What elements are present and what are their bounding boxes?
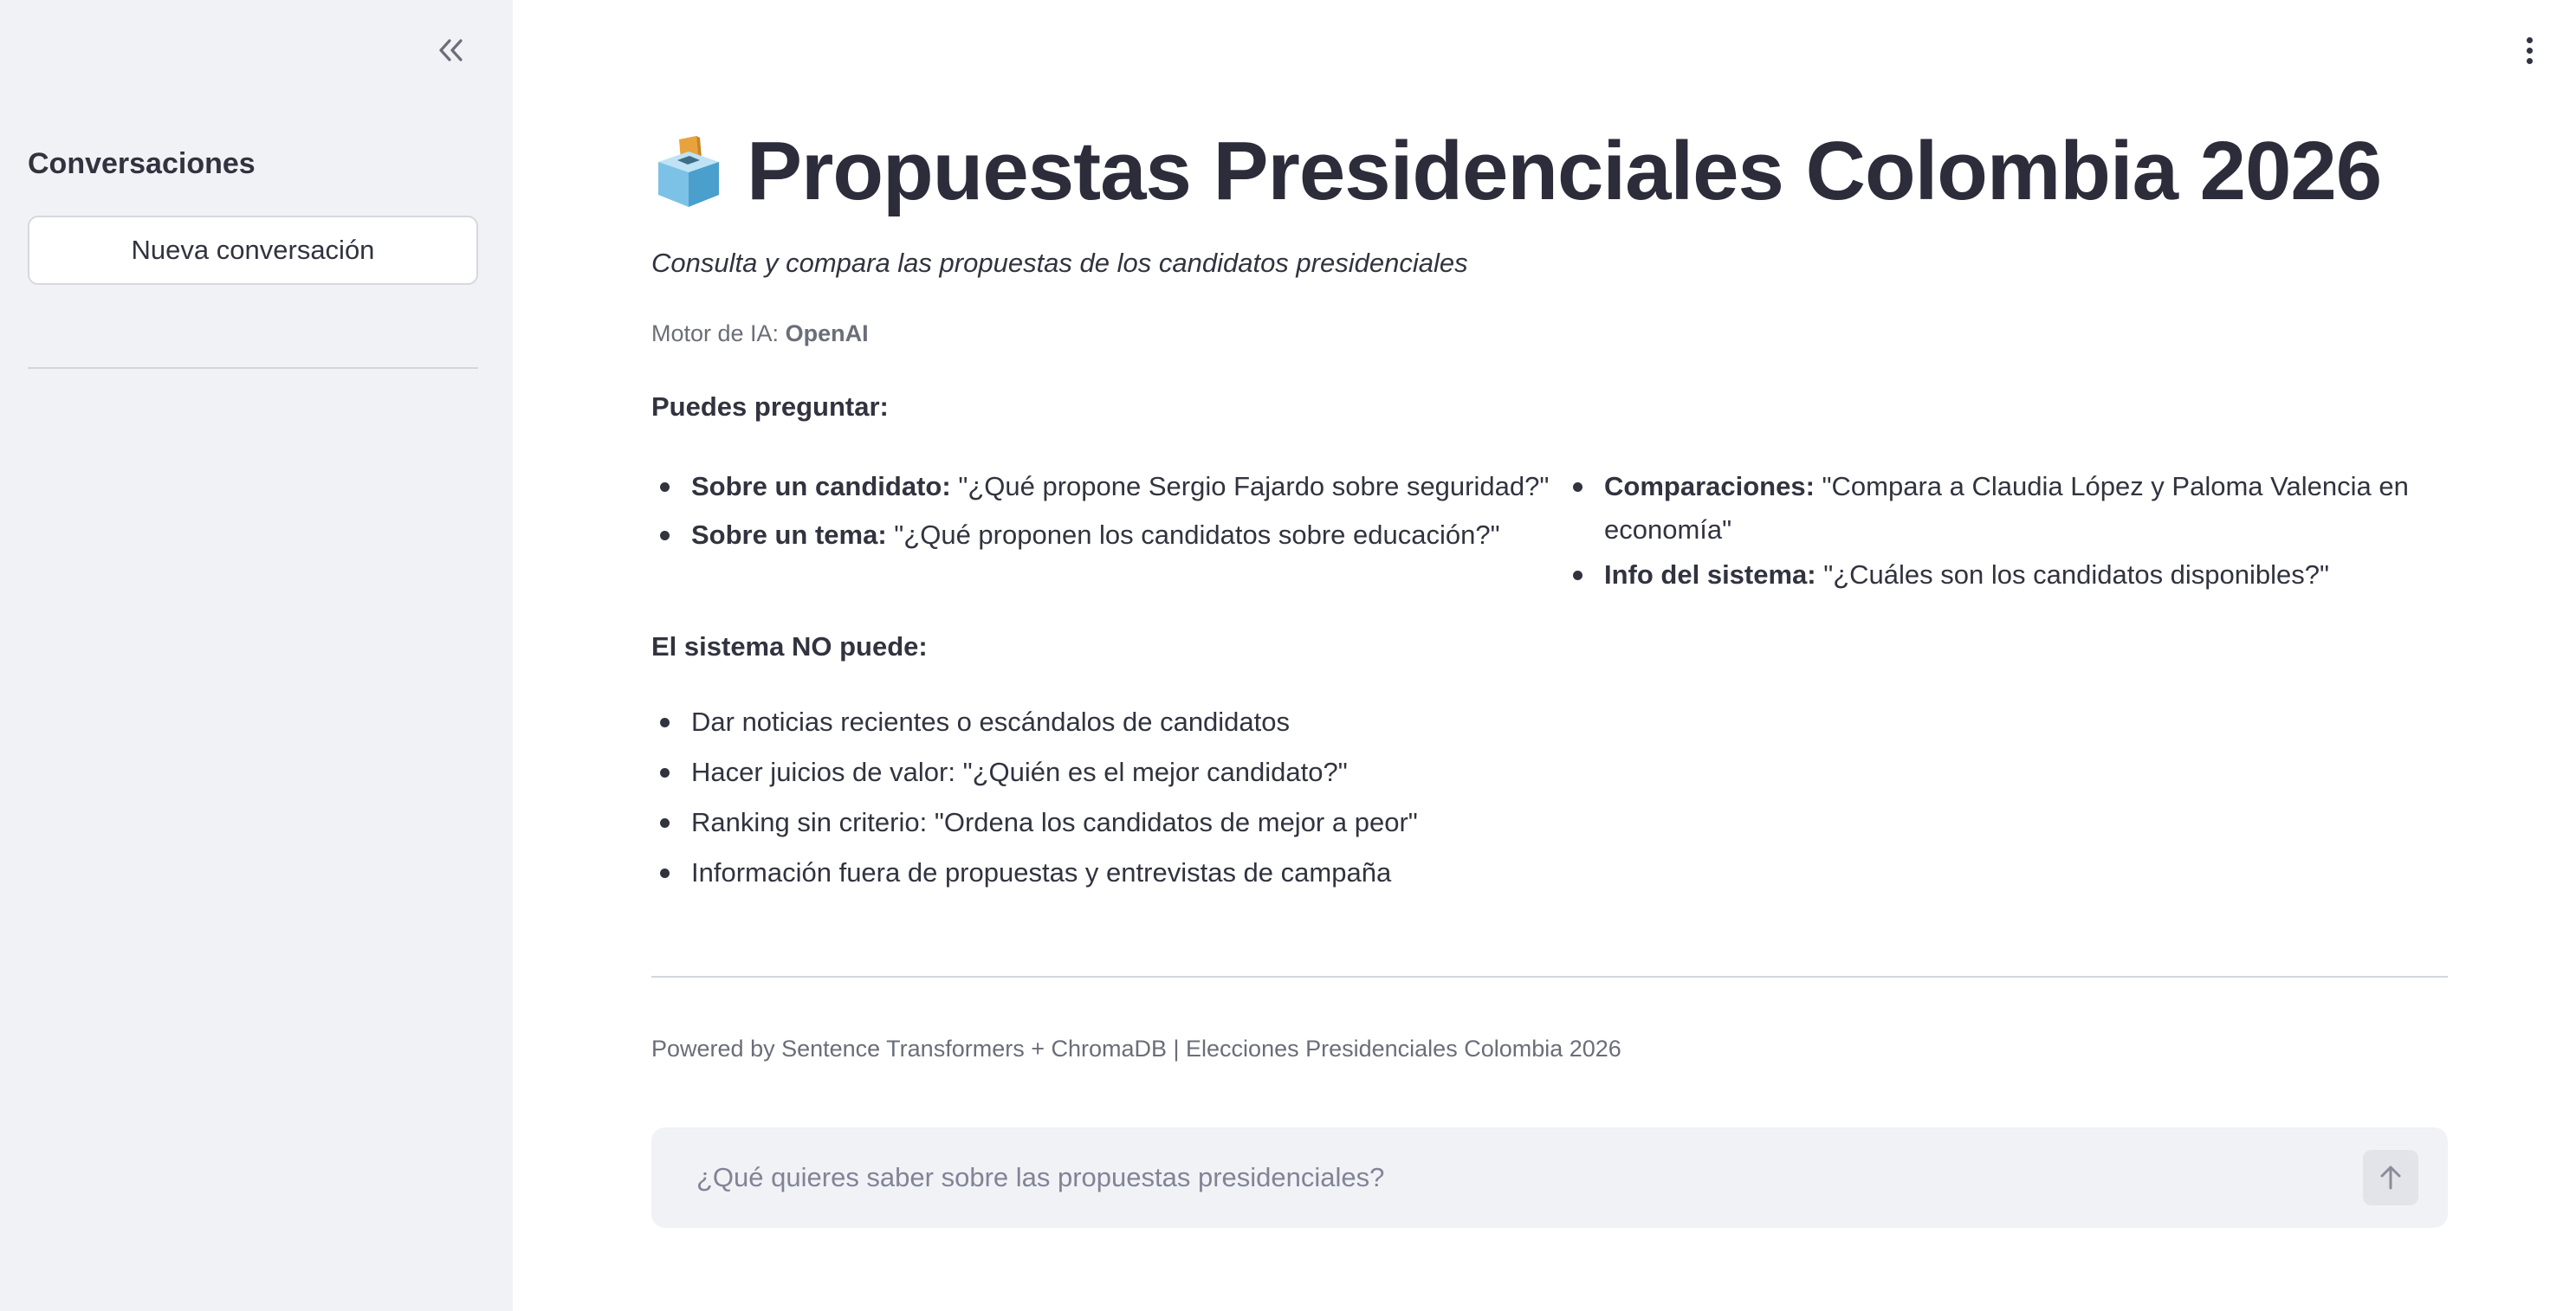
list-item: Comparaciones: "Compara a Claudia López … — [1564, 465, 2448, 552]
list-item: Información fuera de propuestas y entrev… — [651, 851, 2124, 894]
cannot-heading: El sistema NO puede: — [651, 631, 928, 662]
chat-input[interactable] — [695, 1127, 2340, 1228]
ai-engine-label: Motor de IA: — [651, 320, 780, 346]
can-ask-list-right: Comparaciones: "Compara a Claudia López … — [1564, 465, 2448, 604]
sidebar-divider — [28, 367, 478, 369]
main-menu-button[interactable] — [2512, 33, 2547, 68]
can-ask-list-left: Sobre un candidato: "¿Qué propone Sergio… — [651, 465, 1570, 564]
collapse-sidebar-button[interactable] — [430, 31, 471, 69]
footer-caption: Powered by Sentence Transformers + Chrom… — [651, 1036, 1621, 1062]
ai-engine-value: OpenAI — [785, 320, 869, 346]
can-ask-heading: Puedes preguntar: — [651, 391, 889, 422]
main-content: Propuestas Presidenciales Colombia 2026 … — [651, 0, 2448, 1311]
sidebar: Conversaciones Nueva conversación — [0, 0, 513, 1311]
send-button[interactable] — [2363, 1150, 2418, 1205]
list-item: Hacer juicios de valor: "¿Quién es el me… — [651, 751, 2124, 794]
list-item: Dar noticias recientes o escándalos de c… — [651, 701, 2124, 744]
page-subtitle: Consulta y compara las propuestas de los… — [651, 248, 1468, 278]
cannot-list: Dar noticias recientes o escándalos de c… — [651, 701, 2124, 901]
list-item: Ranking sin criterio: "Ordena los candid… — [651, 801, 2124, 844]
ballot-box-icon — [658, 136, 719, 207]
chat-input-container — [651, 1127, 2448, 1228]
page-header: Propuestas Presidenciales Colombia 2026 — [651, 121, 2382, 222]
new-conversation-button[interactable]: Nueva conversación — [28, 216, 478, 285]
list-item: Sobre un candidato: "¿Qué propone Sergio… — [651, 465, 1570, 508]
list-item: Info del sistema: "¿Cuáles son los candi… — [1564, 553, 2448, 597]
page-title: Propuestas Presidenciales Colombia 2026 — [747, 125, 2382, 217]
arrow-up-icon — [2380, 1166, 2401, 1190]
ai-engine-info: Motor de IA: OpenAI — [651, 320, 869, 347]
content-divider — [651, 976, 2448, 978]
list-item: Sobre un tema: "¿Qué proponen los candid… — [651, 513, 1570, 557]
vertical-ellipsis-icon — [2526, 36, 2533, 43]
sidebar-title: Conversaciones — [28, 147, 256, 180]
double-chevron-left-icon — [439, 39, 463, 61]
